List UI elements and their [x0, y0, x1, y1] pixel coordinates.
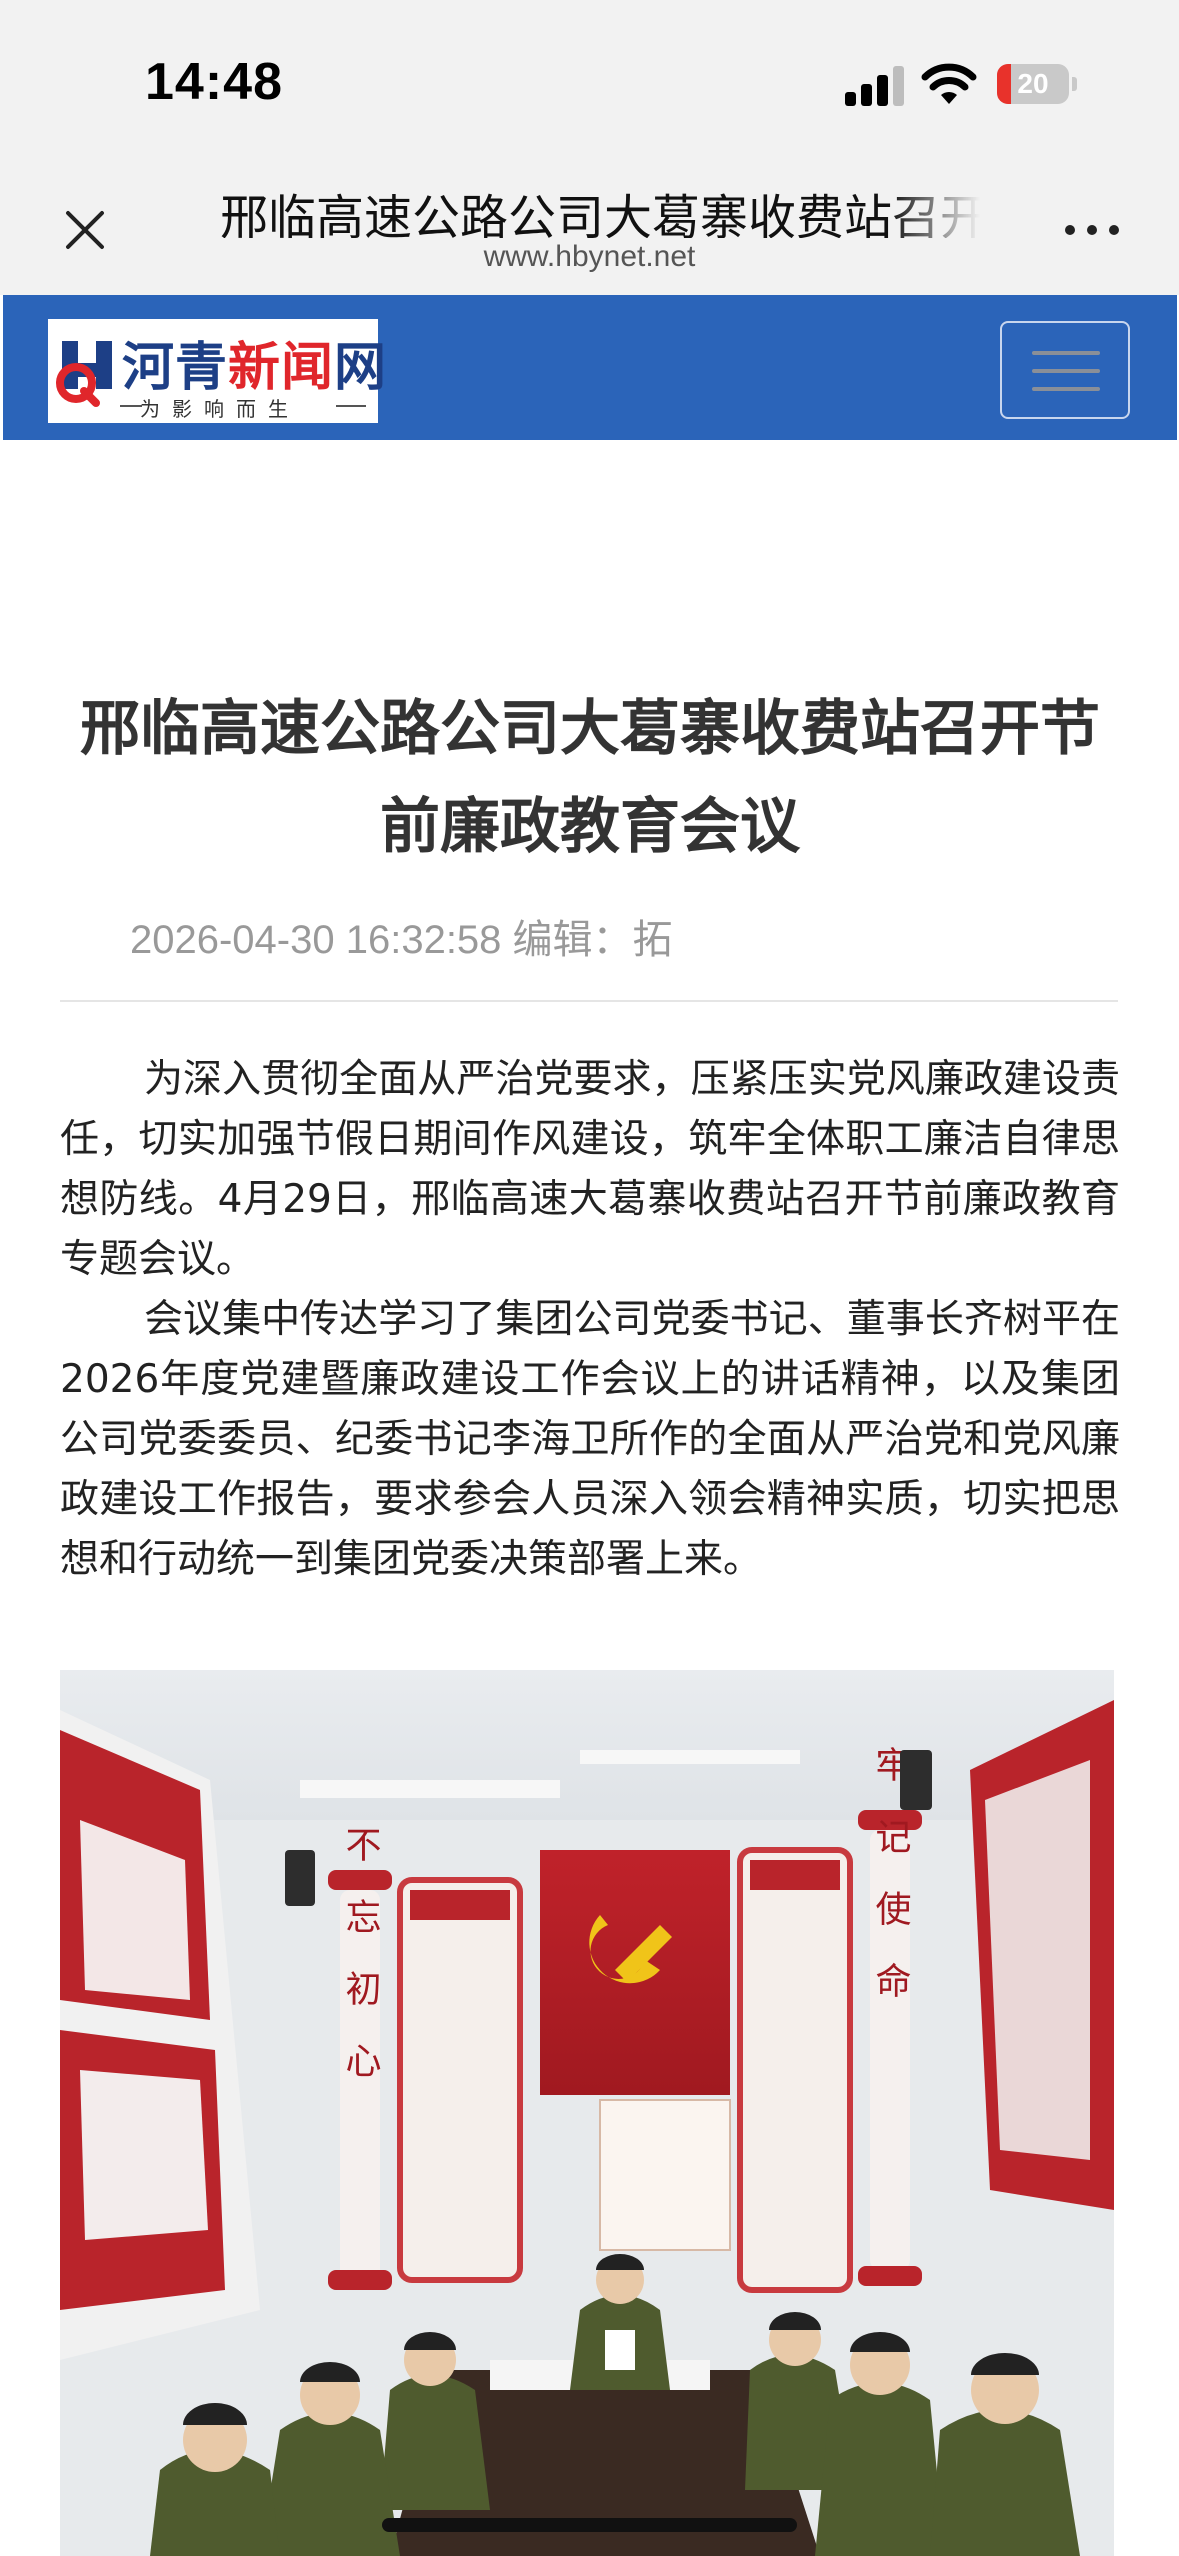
article-photo[interactable]: 不忘初心 牢记使命	[60, 1670, 1114, 2556]
logo-slogan: 为影响而生	[140, 397, 300, 421]
article-body: 为深入贯彻全面从严治党要求，压紧压实党风廉政建设责任，切实加强节假日期间作风建设…	[60, 1050, 1120, 1590]
battery-level: 20	[1017, 68, 1049, 99]
more-icon[interactable]	[1063, 220, 1123, 240]
site-logo[interactable]: 河青新闻网 为影响而生	[48, 319, 386, 423]
paragraph: 为深入贯彻全面从严治党要求，压紧压实党风廉政建设责任，切实加强节假日期间作风建设…	[60, 1057, 1120, 1282]
article-title: 邢临高速公路公司大葛寨收费站召开节前廉政教育会议	[80, 694, 1100, 862]
home-indicator[interactable]	[382, 2518, 797, 2532]
browser-toolbar: 邢临高速公路公司大葛寨收费站召开节前廉政教育会议 www.hbynet.net	[0, 160, 1179, 295]
meeting-room-photo: 不忘初心 牢记使命	[60, 1670, 1114, 2556]
site-header: 河青新闻网 为影响而生	[3, 295, 1177, 440]
browser-page-title: 邢临高速公路公司大葛寨收费站召开节前廉政教育会议	[220, 190, 980, 238]
wall-banner-left-text: 不忘初心	[340, 1826, 381, 2114]
paragraph: 会议集中传达学习了集团公司党委书记、董事长齐树平在2026年度党建暨廉政建设工作…	[60, 1297, 1120, 1582]
battery-icon: 20	[997, 64, 1077, 104]
wifi-icon	[921, 63, 977, 104]
divider	[60, 1000, 1118, 1002]
status-time: 14:48	[145, 53, 283, 111]
logo-mark-icon	[56, 341, 112, 407]
article-meta: 2026-04-30 16:32:58 编辑：拓	[130, 918, 673, 962]
cellular-signal-icon	[845, 64, 905, 106]
logo-name: 河青新闻网	[122, 337, 388, 398]
browser-url: www.hbynet.net	[483, 240, 696, 273]
hamburger-menu-icon[interactable]	[1000, 321, 1130, 419]
status-bar: 14:48 20	[0, 0, 1179, 160]
